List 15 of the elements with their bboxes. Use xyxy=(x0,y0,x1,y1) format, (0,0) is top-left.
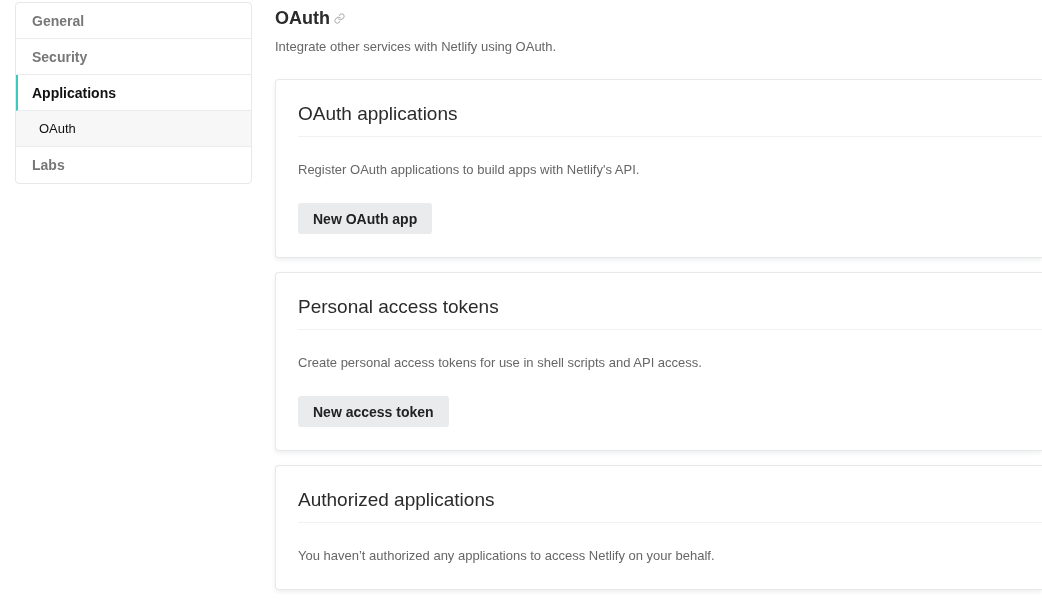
card-description: You haven’t authorized any applications to access Netlify on your behalf. xyxy=(298,547,715,565)
card-description: Register OAuth applications to build apps with Netlify's API. xyxy=(298,161,640,179)
page-subtitle: Integrate other services with Netlify using OAuth. xyxy=(275,38,558,56)
link-icon[interactable] xyxy=(334,12,345,24)
sidebar-item[interactable]: Labs xyxy=(16,147,251,183)
card-title: Authorized applications xyxy=(298,486,1042,523)
card-description: Create personal access tokens for use in shell scripts and API access. xyxy=(298,354,702,372)
action-button[interactable]: New OAuth app xyxy=(298,203,433,234)
card-title: OAuth applications xyxy=(298,100,1042,137)
sidebar-item[interactable]: Security xyxy=(16,39,251,75)
card-title: Personal access tokens xyxy=(298,293,1042,330)
sidebar-subitem[interactable]: OAuth xyxy=(16,111,251,147)
sidebar-item[interactable]: General xyxy=(16,3,251,39)
action-button[interactable]: New access token xyxy=(298,396,449,427)
page-title: OAuth xyxy=(275,7,330,30)
